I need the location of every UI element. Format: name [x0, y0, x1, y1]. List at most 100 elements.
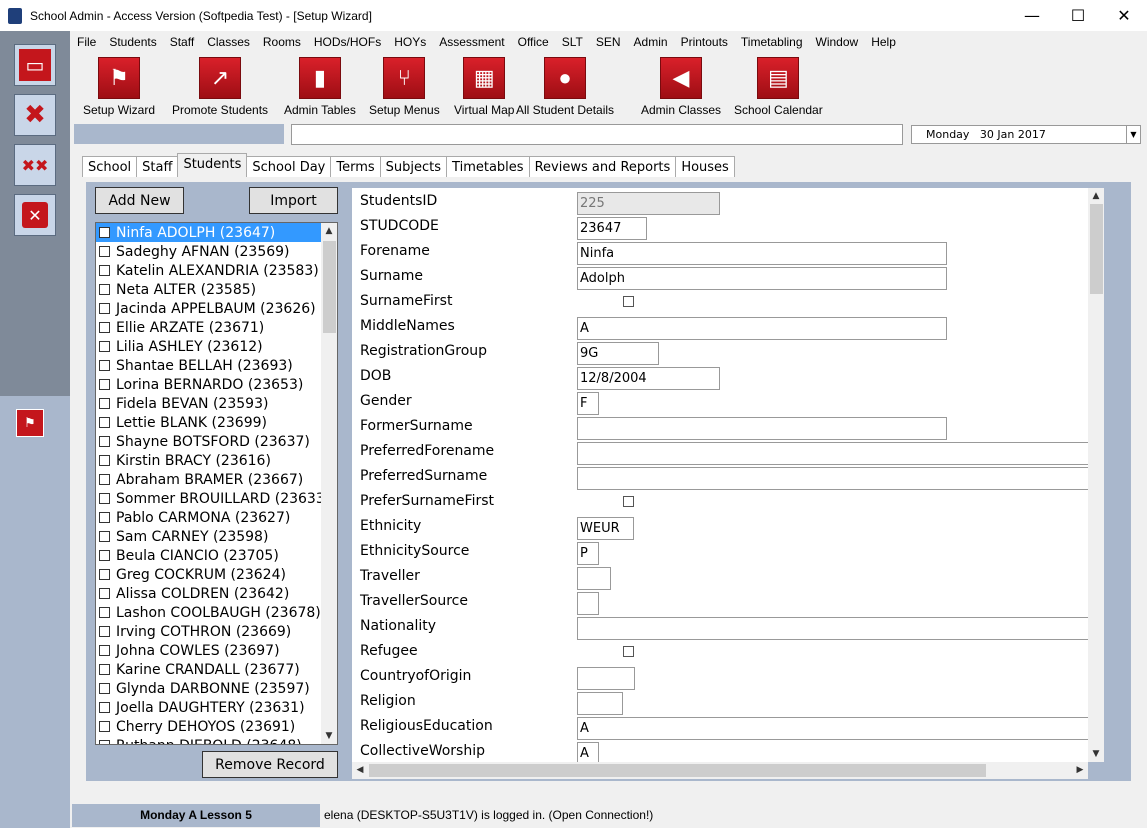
ethnicity-field[interactable]: WEUR	[577, 517, 634, 540]
formersurname-field[interactable]	[577, 417, 947, 440]
list-item[interactable]: Shantae BELLAH (23693)	[96, 356, 337, 375]
toolbar-promote-students-button[interactable]: ↗ Promote Students	[172, 57, 268, 117]
prefersurnamefirst-checkbox[interactable]	[623, 496, 634, 507]
list-item[interactable]: Kirstin BRACY (23616)	[96, 451, 337, 470]
add-new-button[interactable]: Add New	[95, 187, 184, 214]
menu-slt[interactable]: SLT	[555, 35, 589, 49]
toolbar-admin-classes-button[interactable]: ◀ Admin Classes	[641, 57, 721, 117]
nationality-field[interactable]	[577, 617, 1097, 640]
travellersource-field[interactable]	[577, 592, 599, 615]
list-item[interactable]: Cherry DEHOYOS (23691)	[96, 717, 337, 736]
checkbox[interactable]	[99, 303, 110, 314]
menu-hoys[interactable]: HOYs	[387, 35, 432, 49]
toolbar-admin-tables-button[interactable]: ▮ Admin Tables	[284, 57, 356, 117]
list-item[interactable]: Jacinda APPELBAUM (23626)	[96, 299, 337, 318]
scroll-thumb[interactable]	[1090, 204, 1103, 294]
remove-record-button[interactable]: Remove Record	[202, 751, 338, 778]
list-item[interactable]: Ninfa ADOLPH (23647)	[96, 223, 337, 242]
studentsid-field[interactable]: 225	[577, 192, 720, 215]
checkbox[interactable]	[99, 721, 110, 732]
menu-students[interactable]: Students	[102, 35, 162, 49]
toolbar-setup-wizard-button[interactable]: ⚑ Setup Wizard	[83, 57, 155, 117]
list-item[interactable]: Shayne BOTSFORD (23637)	[96, 432, 337, 451]
tab-houses[interactable]: Houses	[675, 156, 735, 177]
scroll-down-icon[interactable]: ▼	[1088, 746, 1104, 762]
dob-field[interactable]: 12/8/2004	[577, 367, 720, 390]
date-select[interactable]: Monday 30 Jan 2017 ▼	[911, 125, 1141, 144]
checkbox[interactable]	[99, 588, 110, 599]
import-button[interactable]: Import	[249, 187, 338, 214]
toolbar-school-calendar-button[interactable]: ▤ School Calendar	[734, 57, 823, 117]
checkbox[interactable]	[99, 740, 110, 744]
toolbar-setup-menus-button[interactable]: ⑂ Setup Menus	[369, 57, 440, 117]
list-item[interactable]: Ruthann DIEBOLD (23648)	[96, 736, 337, 744]
tab-timetables[interactable]: Timetables	[446, 156, 530, 177]
close-button[interactable]: ✕	[1101, 0, 1147, 31]
menu-printouts[interactable]: Printouts	[674, 35, 734, 49]
religiouseducation-field[interactable]: A	[577, 717, 1097, 740]
collectiveworship-field[interactable]: A	[577, 742, 599, 762]
menu-hods-hofs[interactable]: HODs/HOFs	[307, 35, 387, 49]
menu-file[interactable]: File	[70, 35, 102, 49]
list-item[interactable]: Sadeghy AFNAN (23569)	[96, 242, 337, 261]
menu-rooms[interactable]: Rooms	[256, 35, 307, 49]
menu-timetabling[interactable]: Timetabling	[734, 35, 809, 49]
list-item[interactable]: Neta ALTER (23585)	[96, 280, 337, 299]
scroll-up-icon[interactable]: ▲	[321, 223, 337, 239]
list-item[interactable]: Glynda DARBONNE (23597)	[96, 679, 337, 698]
forename-field[interactable]: Ninfa	[577, 242, 947, 265]
preferredforename-field[interactable]	[577, 442, 1097, 465]
middlenames-field[interactable]: A	[577, 317, 947, 340]
list-item[interactable]: Pablo CARMONA (23627)	[96, 508, 337, 527]
tab-staff[interactable]: Staff	[136, 156, 179, 177]
checkbox[interactable]	[99, 246, 110, 257]
list-item[interactable]: Lettie BLANK (23699)	[96, 413, 337, 432]
studcode-field[interactable]: 23647	[577, 217, 647, 240]
checkbox[interactable]	[99, 474, 110, 485]
scroll-up-icon[interactable]: ▲	[1088, 188, 1104, 204]
list-item[interactable]: Irving COTHRON (23669)	[96, 622, 337, 641]
surnamefirst-checkbox[interactable]	[623, 296, 634, 307]
surname-field[interactable]: Adolph	[577, 267, 947, 290]
tab-reviews-and-reports[interactable]: Reviews and Reports	[528, 156, 677, 177]
menu-staff[interactable]: Staff	[163, 35, 200, 49]
checkbox[interactable]	[99, 607, 110, 618]
list-item[interactable]: Johna COWLES (23697)	[96, 641, 337, 660]
exit-button[interactable]: ✕	[14, 194, 56, 236]
list-item[interactable]: Karine CRANDALL (23677)	[96, 660, 337, 679]
list-item[interactable]: Beula CIANCIO (23705)	[96, 546, 337, 565]
gender-field[interactable]: F	[577, 392, 599, 415]
checkbox[interactable]	[99, 531, 110, 542]
checkbox[interactable]	[99, 683, 110, 694]
tab-school-day[interactable]: School Day	[246, 156, 332, 177]
checkbox[interactable]	[99, 512, 110, 523]
checkbox[interactable]	[99, 436, 110, 447]
form-vertical-scrollbar[interactable]: ▲ ▼	[1088, 188, 1104, 762]
list-item[interactable]: Abraham BRAMER (23667)	[96, 470, 337, 489]
close-all-button[interactable]: ✖✖	[14, 144, 56, 186]
minimize-button[interactable]: —	[1009, 0, 1055, 31]
menu-office[interactable]: Office	[511, 35, 555, 49]
list-item[interactable]: Sommer BROUILLARD (23633)	[96, 489, 337, 508]
student-list[interactable]: Ninfa ADOLPH (23647) Sadeghy AFNAN (23569…	[95, 222, 338, 745]
toolbar-all-student-details-button[interactable]: ● All Student Details	[516, 57, 614, 117]
scroll-thumb[interactable]	[369, 764, 986, 777]
checkbox[interactable]	[99, 645, 110, 656]
checkbox[interactable]	[99, 626, 110, 637]
chevron-down-icon[interactable]: ▼	[1126, 126, 1140, 143]
menu-sen[interactable]: SEN	[589, 35, 627, 49]
checkbox[interactable]	[99, 379, 110, 390]
refugee-checkbox[interactable]	[623, 646, 634, 657]
checkbox[interactable]	[99, 227, 110, 238]
checkbox[interactable]	[99, 550, 110, 561]
id-card-button[interactable]: ▭	[14, 44, 56, 86]
checkbox[interactable]	[99, 417, 110, 428]
close-form-button[interactable]: ✖	[14, 94, 56, 136]
tab-students[interactable]: Students	[177, 153, 248, 177]
scroll-left-icon[interactable]: ◀	[352, 762, 368, 778]
checkbox[interactable]	[99, 702, 110, 713]
menu-window[interactable]: Window	[809, 35, 865, 49]
checkbox[interactable]	[99, 569, 110, 580]
countryoforigin-field[interactable]	[577, 667, 635, 690]
traveller-field[interactable]	[577, 567, 611, 590]
